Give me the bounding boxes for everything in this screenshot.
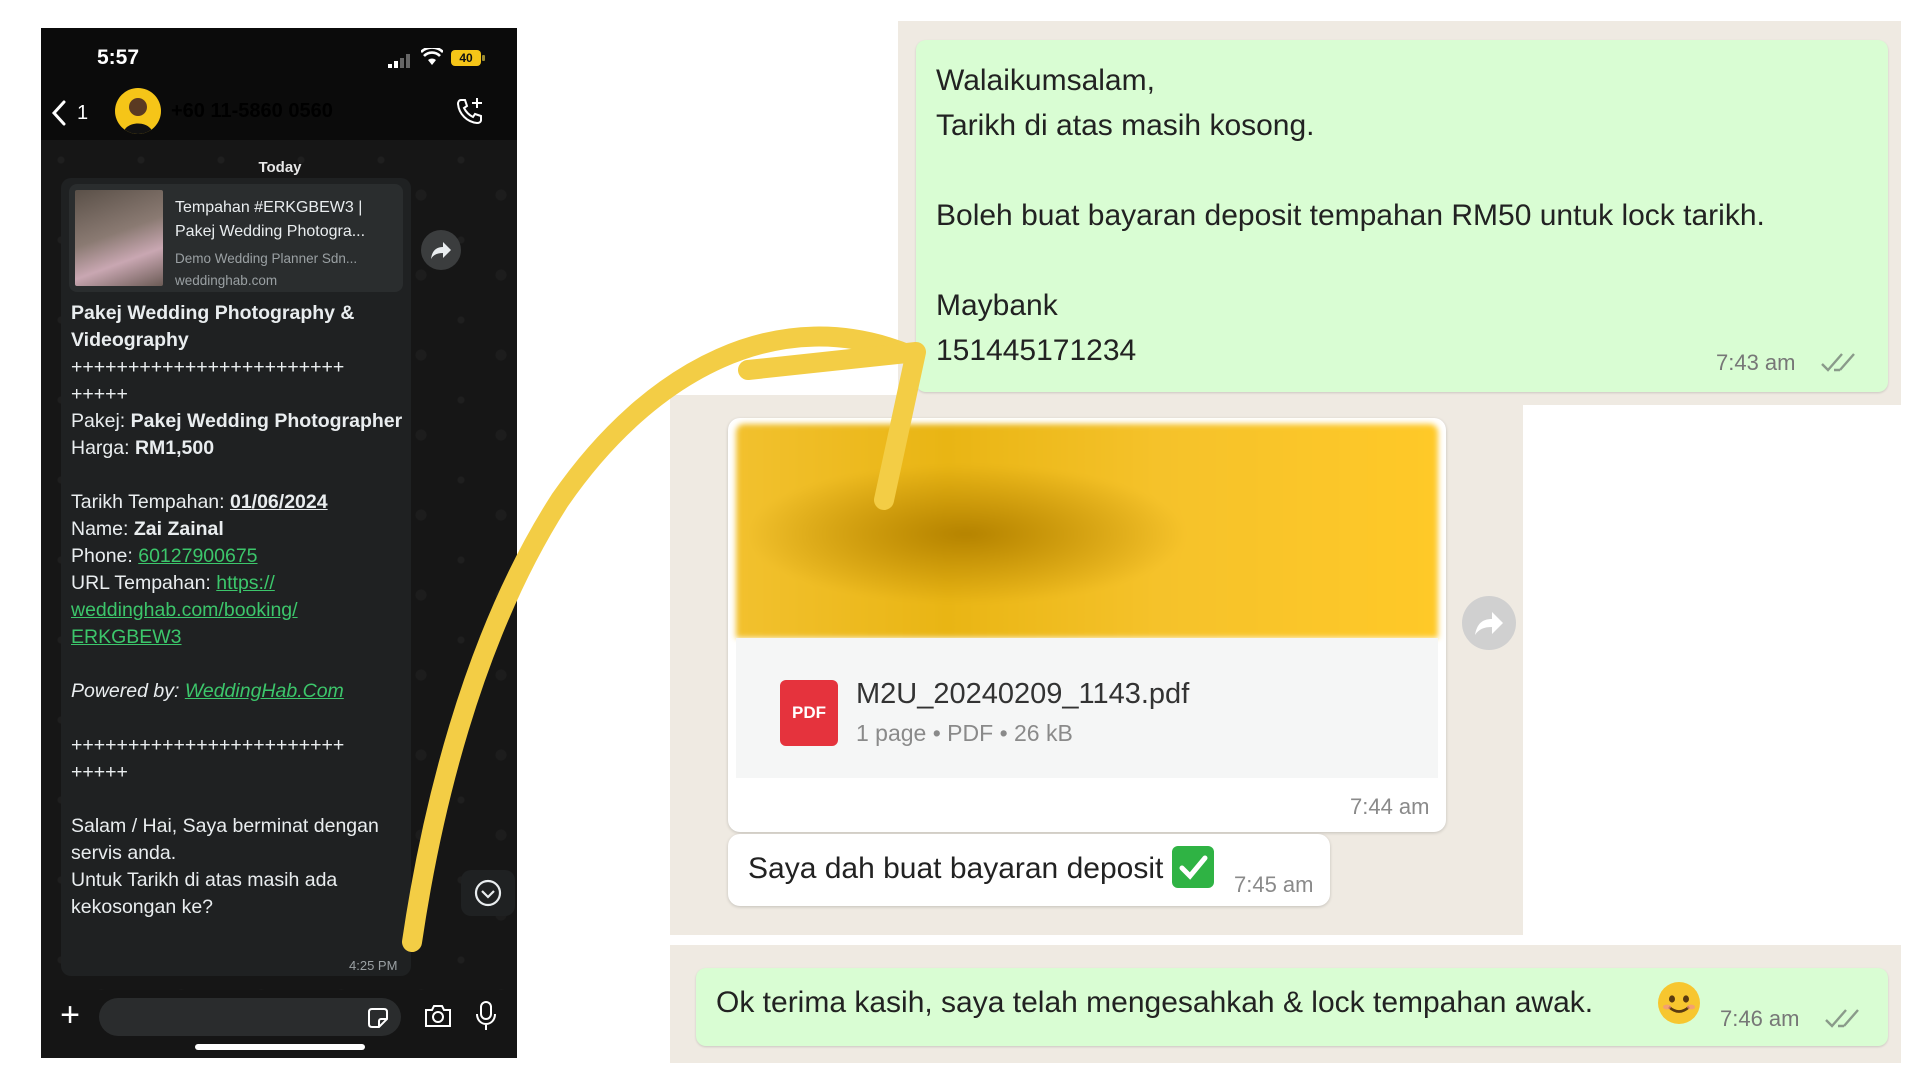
sticker-icon[interactable] (366, 1006, 390, 1030)
phone-label: Phone: (71, 545, 139, 567)
chat-header: 1 +60 11-5860 0560 (41, 28, 517, 140)
deposit-text: Saya dah buat bayaran deposit (748, 852, 1164, 885)
divider-top: ++++++++++++++++++++++++ +++++ (71, 356, 345, 405)
forward-icon (1475, 612, 1503, 635)
closing-text: Salam / Hai, Saya berminat dengan servis… (71, 815, 379, 918)
document-filename[interactable]: M2U_20240209_1143.pdf (856, 678, 1189, 711)
call-add-icon[interactable] (455, 96, 485, 126)
outgoing-bubble-confirmation[interactable]: Ok terima kasih, saya telah mengesahkah … (696, 968, 1888, 1046)
double-tick-icon (1821, 353, 1855, 372)
forward-button[interactable] (1462, 596, 1516, 650)
tarikh-label: Tarikh Tempahan: (71, 491, 230, 513)
check-emoji-icon (1172, 846, 1214, 888)
scroll-down-icon (474, 879, 502, 907)
back-count: 1 (77, 102, 89, 124)
name-label: Name: (71, 518, 134, 540)
harga-value: RM1,500 (134, 437, 215, 459)
divider-bottom: ++++++++++++++++++++++++ +++++ (71, 734, 345, 783)
incoming-message-bubble[interactable]: Tempahan #ERKGBEW3 | Pakej Wedding Photo… (61, 178, 411, 976)
pakej-value: Pakej Wedding Photographer (130, 410, 403, 432)
plus-icon[interactable]: + (53, 998, 87, 1032)
back-chevron-icon[interactable] (51, 100, 67, 126)
powered-link[interactable]: WeddingHab.Com (185, 680, 344, 702)
pakej-label: Pakej: (71, 410, 131, 432)
confirmation-text: Ok terima kasih, saya telah mengesahkah … (716, 986, 1594, 1019)
powered-label: Powered by: (71, 680, 185, 702)
message-time: 4:25 PM (349, 958, 398, 973)
payment-instructions: Walaikumsalam, Tarikh di atas masih koso… (936, 64, 1765, 367)
link-preview[interactable]: Tempahan #ERKGBEW3 | Pakej Wedding Photo… (69, 184, 403, 292)
forward-icon (431, 242, 451, 259)
tarikh-value: 01/06/2024 (229, 491, 328, 513)
message-time: 7:43 am (1716, 350, 1796, 375)
message-input[interactable] (99, 998, 401, 1036)
harga-label: Harga: (71, 437, 135, 459)
blurred-document-preview (736, 424, 1438, 638)
preview-company: Demo Wedding Planner Sdn... (175, 251, 358, 266)
camera-icon[interactable] (423, 1003, 453, 1029)
smile-emoji-icon (1658, 982, 1700, 1024)
message-time: 7:44 am (1350, 794, 1430, 819)
scroll-down-button[interactable] (461, 870, 515, 916)
date-separator: Today (258, 159, 302, 176)
contact-name[interactable]: +60 11-5860 0560 (171, 100, 333, 123)
document-meta: 1 page • PDF • 26 kB (856, 720, 1073, 746)
message-title: Pakej Wedding Photography & Videography (71, 302, 360, 351)
avatar[interactable] (115, 88, 161, 134)
mic-icon[interactable] (475, 1000, 497, 1032)
preview-thumbnail (75, 190, 163, 286)
document-info[interactable]: PDF M2U_20240209_1143.pdf 1 page • PDF •… (736, 638, 1438, 778)
name-value: Zai Zainal (133, 518, 224, 540)
incoming-bubble-deposit[interactable]: Saya dah buat bayaran deposit 7:45 am (728, 834, 1330, 906)
message-time: 7:46 am (1720, 1006, 1800, 1031)
double-tick-icon (1825, 1009, 1859, 1028)
pdf-icon: PDF (780, 680, 838, 746)
outgoing-bubble-payment[interactable]: Walaikumsalam, Tarikh di atas masih koso… (916, 40, 1888, 392)
message-body: Pakej Wedding Photography & Videography … (71, 300, 405, 921)
message-time: 7:45 am (1234, 872, 1314, 897)
forward-button[interactable] (421, 230, 461, 270)
document-bubble[interactable]: PDF M2U_20240209_1143.pdf 1 page • PDF •… (728, 418, 1446, 832)
preview-title: Tempahan #ERKGBEW3 | Pakej Wedding Photo… (175, 199, 366, 240)
url-label: URL Tempahan: (71, 572, 217, 594)
phone-link[interactable]: 60127900675 (138, 545, 257, 567)
home-indicator (195, 1044, 365, 1050)
preview-domain: weddinghab.com (175, 273, 278, 288)
phone-screenshot: 5:57 40 1 +60 11-5860 0560 Today Tempaha… (41, 28, 517, 1058)
